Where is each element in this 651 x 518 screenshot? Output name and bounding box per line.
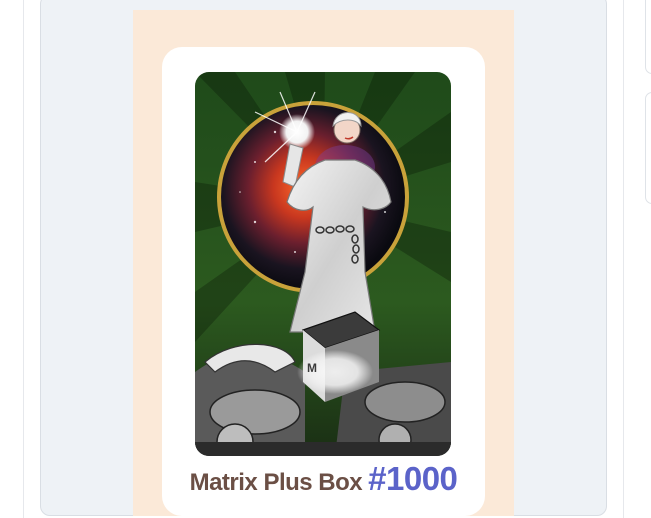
nft-artwork: M	[195, 72, 451, 456]
adjacent-card-edge	[645, 0, 651, 74]
woman-with-glowing-box-illustration: M	[195, 72, 451, 456]
svg-text:M: M	[307, 361, 317, 375]
nft-name: Matrix Plus Box	[189, 469, 363, 496]
nft-caption: Matrix Plus Box #1000	[162, 460, 485, 504]
nft-number: #1000	[368, 460, 458, 497]
adjacent-card-edge	[645, 92, 651, 204]
